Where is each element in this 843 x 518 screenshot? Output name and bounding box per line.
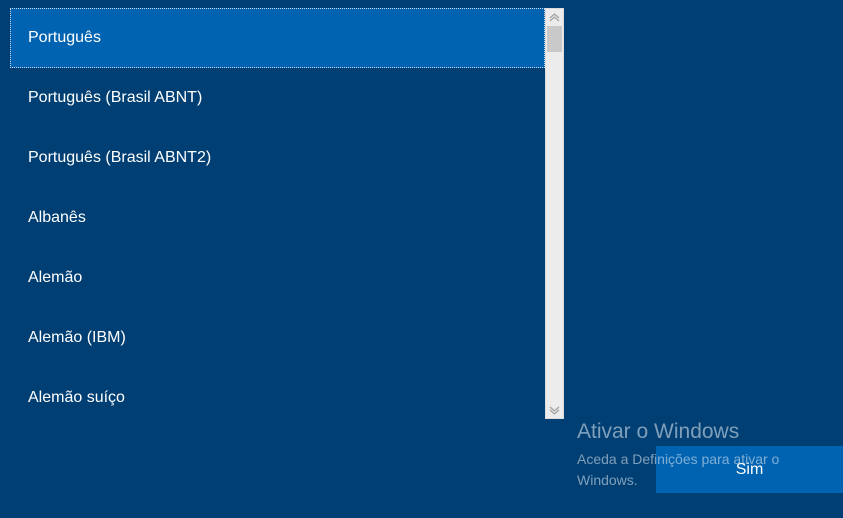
list-item-label: Alemão: [28, 269, 83, 286]
list-item-albanes[interactable]: Albanês: [10, 188, 545, 248]
list-item-label: Português (Brasil ABNT2): [28, 149, 212, 166]
vertical-scrollbar[interactable]: [545, 8, 564, 419]
scroll-thumb[interactable]: [547, 26, 562, 52]
list-item-portugues[interactable]: Português: [10, 8, 545, 68]
list-item-label: Português (Brasil ABNT): [28, 89, 203, 106]
list-item-portugues-brasil-abnt[interactable]: Português (Brasil ABNT): [10, 68, 545, 128]
list-item-label: Alemão (IBM): [28, 329, 126, 346]
list-item-alemao-suico[interactable]: Alemão suíço: [10, 368, 545, 428]
scroll-down-button[interactable]: [546, 402, 563, 418]
list-item-label: Alemão suíço: [28, 389, 125, 406]
list-item-label: Albanês: [28, 209, 86, 226]
chevron-down-icon: [549, 406, 560, 415]
chevron-up-icon: [549, 12, 560, 21]
keyboard-layout-list: Português Português (Brasil ABNT) Portug…: [10, 8, 545, 428]
scroll-up-button[interactable]: [546, 9, 563, 25]
list-item-alemao-ibm[interactable]: Alemão (IBM): [10, 308, 545, 368]
sim-button[interactable]: Sim: [656, 446, 843, 493]
list-item-portugues-brasil-abnt2[interactable]: Português (Brasil ABNT2): [10, 128, 545, 188]
keyboard-layout-screen: Português Português (Brasil ABNT) Portug…: [0, 0, 843, 518]
watermark-title: Ativar o Windows: [577, 420, 740, 443]
list-item-alemao[interactable]: Alemão: [10, 248, 545, 308]
list-item-label: Português: [28, 29, 101, 46]
